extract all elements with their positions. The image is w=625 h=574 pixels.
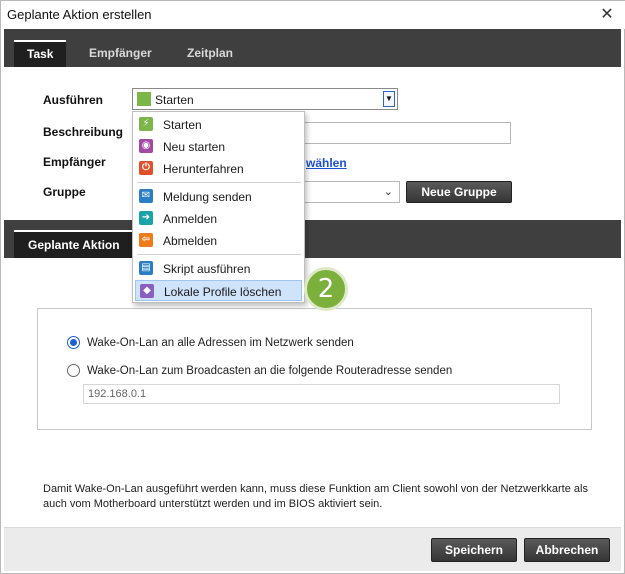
menu-item-label: Starten (163, 118, 202, 132)
dialog-window: Geplante Aktion erstellen ✕ Task Empfäng… (0, 0, 625, 574)
tab-task[interactable]: Task (14, 40, 67, 67)
menu-item-label: Herunterfahren (163, 162, 244, 176)
menu-item-start[interactable]: ⚡ Starten (135, 114, 302, 135)
section-tab-scheduled-action[interactable]: Geplante Aktion (14, 230, 134, 258)
recipients-label: Empfänger (43, 155, 106, 169)
close-icon[interactable]: ✕ (596, 4, 618, 26)
execute-label: Ausführen (43, 93, 103, 107)
step-badge: 2 (304, 267, 348, 311)
execute-select[interactable]: Starten ▼ (132, 88, 398, 110)
bolt-icon (137, 92, 151, 106)
menu-item-label: Neu starten (163, 140, 226, 154)
dialog-footer: Speichern Abbrechen (4, 527, 621, 571)
menu-item-label: Meldung senden (163, 190, 252, 204)
task-form: Ausführen Starten ▼ Beschreibung Empfäng… (4, 67, 621, 220)
execute-value: Starten (155, 93, 194, 107)
description-label: Beschreibung (43, 125, 124, 139)
restart-icon: ◉ (139, 139, 153, 153)
title-bar: Geplante Aktion erstellen ✕ (1, 1, 625, 29)
menu-item-send-message[interactable]: ✉ Meldung senden (135, 186, 302, 207)
cancel-button[interactable]: Abbrechen (524, 538, 610, 562)
wol-options-box: Wake-On-Lan an alle Adressen im Netzwerk… (37, 308, 592, 430)
login-icon: ➜ (139, 211, 153, 225)
wol-router-radio[interactable] (67, 364, 80, 377)
group-select[interactable]: ⌄ (304, 181, 400, 203)
tab-recipients[interactable]: Empfänger (76, 40, 165, 67)
menu-item-label: Anmelden (163, 212, 218, 226)
menu-separator (137, 182, 301, 183)
tab-bar: Task Empfänger Zeitplan (4, 29, 621, 67)
menu-item-login[interactable]: ➜ Anmelden (135, 208, 302, 229)
bolt-icon: ⚡ (139, 117, 153, 131)
script-icon: ▤ (139, 261, 153, 275)
group-label: Gruppe (43, 185, 86, 199)
wol-router-label: Wake-On-Lan zum Broadcasten an die folge… (87, 365, 453, 377)
menu-item-label: Lokale Profile löschen (164, 285, 282, 299)
wol-all-label: Wake-On-Lan an alle Adressen im Netzwerk… (87, 337, 354, 349)
description-input[interactable] (304, 122, 511, 144)
wol-note: Damit Wake-On-Lan ausgeführt werden kann… (43, 483, 588, 510)
logout-icon: ⇦ (139, 233, 153, 247)
menu-item-delete-local-profiles[interactable]: ◆ Lokale Profile löschen (135, 280, 302, 301)
router-address-input[interactable]: 192.168.0.1 (83, 384, 560, 404)
tab-schedule[interactable]: Zeitplan (174, 40, 246, 67)
power-icon: ⏻ (139, 161, 153, 175)
save-button[interactable]: Speichern (431, 538, 517, 562)
new-group-button[interactable]: Neue Gruppe (406, 181, 512, 203)
execute-dropdown-menu: ⚡ Starten ◉ Neu starten ⏻ Herunterfahren… (132, 111, 305, 303)
message-icon: ✉ (139, 189, 153, 203)
wol-all-radio[interactable] (67, 336, 80, 349)
chevron-down-icon: ⌄ (383, 186, 393, 198)
chevron-down-icon[interactable]: ▼ (383, 91, 395, 107)
menu-item-label: Skript ausführen (163, 262, 251, 276)
window-title: Geplante Aktion erstellen (7, 7, 152, 22)
menu-item-label: Abmelden (163, 234, 218, 248)
menu-item-shutdown[interactable]: ⏻ Herunterfahren (135, 158, 302, 179)
eraser-icon: ◆ (140, 284, 154, 298)
menu-item-run-script[interactable]: ▤ Skript ausführen (135, 258, 302, 279)
recipients-select-link[interactable]: wählen (306, 156, 347, 170)
menu-item-logout[interactable]: ⇦ Abmelden (135, 230, 302, 251)
section-bar: Geplante Aktion (4, 220, 621, 258)
menu-item-restart[interactable]: ◉ Neu starten (135, 136, 302, 157)
menu-separator (137, 254, 301, 255)
